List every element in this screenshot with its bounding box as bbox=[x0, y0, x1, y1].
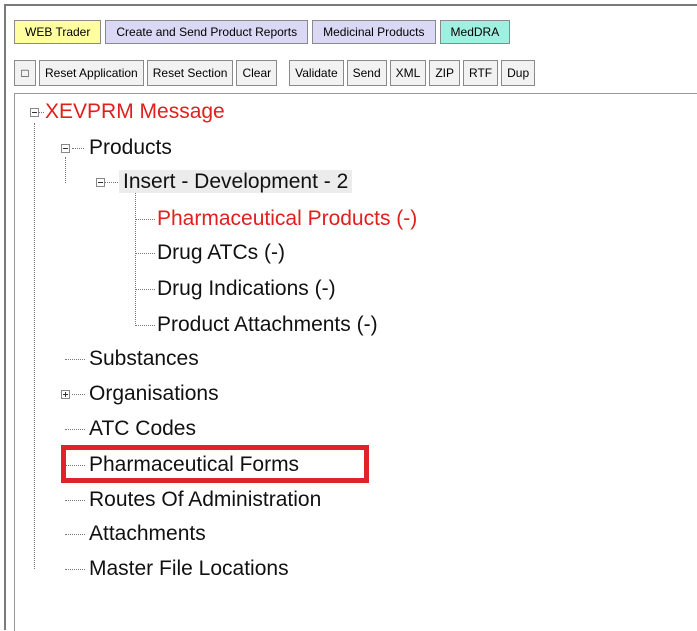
tab-medicinal-products[interactable]: Medicinal Products bbox=[312, 20, 436, 44]
rtf-button[interactable]: RTF bbox=[463, 60, 499, 86]
send-button[interactable]: Send bbox=[346, 60, 387, 86]
collapse-insert-toggle[interactable] bbox=[96, 178, 105, 187]
tree-connector bbox=[65, 157, 66, 183]
tree-connector bbox=[135, 325, 155, 326]
reset-section-button[interactable]: Reset Section bbox=[146, 60, 234, 86]
tree-connector bbox=[65, 534, 85, 535]
validate-button[interactable]: Validate bbox=[289, 60, 344, 86]
tree-connector bbox=[65, 429, 85, 430]
tree-node-substances[interactable]: Substances bbox=[89, 345, 199, 373]
collapse-root-toggle[interactable] bbox=[30, 108, 39, 117]
tree-node-pharmaceutical-products[interactable]: Pharmaceutical Products (-) bbox=[157, 205, 417, 233]
square-button[interactable]: □ bbox=[14, 60, 36, 86]
tree-connector bbox=[72, 148, 84, 149]
toolbar-separator bbox=[280, 60, 286, 86]
expand-organisations-toggle[interactable] bbox=[61, 390, 70, 399]
highlight-annotation-box bbox=[61, 445, 369, 483]
tree-node-product-attachments[interactable]: Product Attachments (-) bbox=[157, 311, 378, 339]
tree-connector bbox=[104, 182, 118, 183]
tree-connector bbox=[135, 289, 155, 290]
tree-connector bbox=[65, 569, 85, 570]
tab-web-trader[interactable]: WEB Trader bbox=[14, 20, 102, 44]
tree-node-master-file-locations[interactable]: Master File Locations bbox=[89, 555, 289, 583]
duplicate-button[interactable]: Dup bbox=[501, 60, 536, 86]
tree-node-insert-development[interactable]: Insert - Development - 2 bbox=[119, 168, 353, 196]
main-tabs: WEB Trader Create and Send Product Repor… bbox=[14, 20, 511, 44]
xml-button[interactable]: XML bbox=[389, 60, 427, 86]
clear-button[interactable]: Clear bbox=[236, 60, 278, 86]
reset-application-button[interactable]: Reset Application bbox=[39, 60, 144, 86]
tree-connector bbox=[135, 219, 155, 220]
zip-button[interactable]: ZIP bbox=[429, 60, 461, 86]
tree-node-routes-of-administration[interactable]: Routes Of Administration bbox=[89, 486, 321, 514]
tree-connector bbox=[65, 359, 85, 360]
tree-node-atc-codes[interactable]: ATC Codes bbox=[89, 415, 196, 443]
toolbar: □ Reset Application Reset Section Clear … bbox=[14, 60, 536, 86]
tab-meddra[interactable]: MedDRA bbox=[439, 20, 511, 44]
tree-connector bbox=[135, 193, 136, 326]
tree-node-drug-atcs[interactable]: Drug ATCs (-) bbox=[157, 239, 285, 267]
tree-connector bbox=[135, 253, 155, 254]
tab-create-send-reports[interactable]: Create and Send Product Reports bbox=[105, 20, 309, 44]
insert-node-label: Insert - Development - 2 bbox=[119, 170, 353, 193]
tree-node-attachments[interactable]: Attachments bbox=[89, 520, 206, 548]
tree-node-drug-indications[interactable]: Drug Indications (-) bbox=[157, 275, 336, 303]
tree-node-organisations[interactable]: Organisations bbox=[89, 380, 219, 408]
tree-connector bbox=[65, 500, 85, 501]
collapse-products-toggle[interactable] bbox=[61, 144, 70, 153]
tree-node-products[interactable]: Products bbox=[89, 134, 172, 162]
tree-node-xevprm-message[interactable]: XEVPRM Message bbox=[45, 98, 225, 126]
tree-connector bbox=[72, 394, 85, 395]
tree-connector bbox=[34, 123, 35, 569]
